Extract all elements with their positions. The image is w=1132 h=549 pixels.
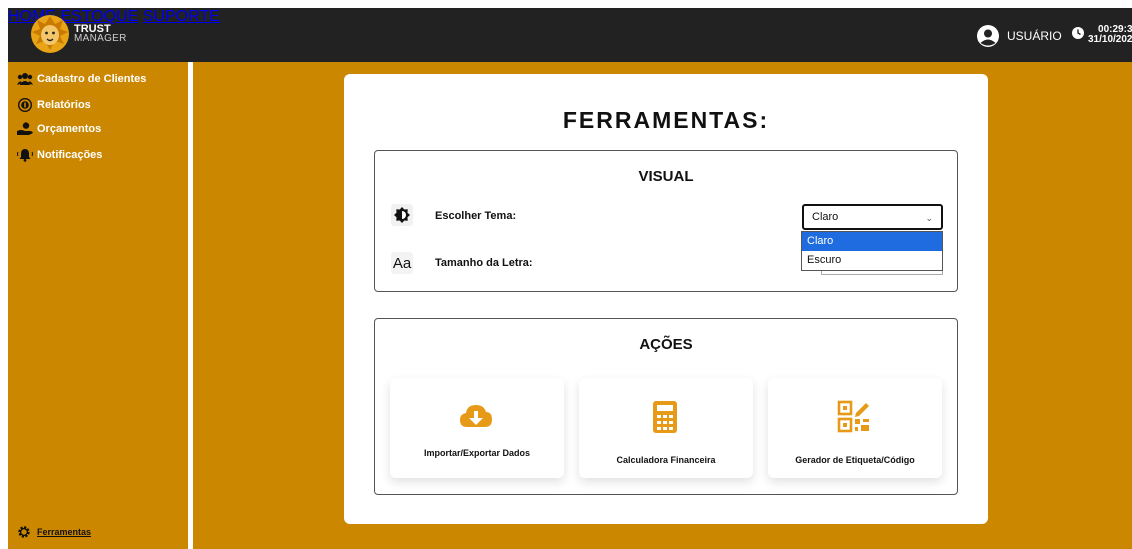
sidebar-item-relatorios[interactable]: Relatórios (17, 98, 91, 112)
app-logo[interactable]: TRUST MANAGER (28, 12, 138, 56)
theme-dropdown: Claro Escuro (801, 231, 943, 271)
visual-section: VISUAL Escolher Tema: Claro ⌄ Aa Tamanho… (374, 150, 958, 292)
logo-text-secondary: MANAGER (74, 33, 127, 44)
bell-icon (17, 149, 33, 162)
sidebar-item-label: Cadastro de Clientes (37, 73, 147, 85)
font-size-icon: Aa (391, 252, 413, 274)
calculadora-label: Calculadora Financeira (616, 455, 716, 465)
chevron-down-icon: ⌄ (925, 213, 933, 223)
theme-option-claro[interactable]: Claro (802, 232, 942, 251)
calculator-icon (653, 401, 677, 433)
acoes-section-title: AÇÕES (639, 336, 693, 353)
calculadora-card[interactable]: Calculadora Financeira (579, 378, 753, 478)
cloud-download-icon (460, 405, 492, 427)
clock-icon (1072, 27, 1084, 39)
sidebar-item-cadastro-clientes[interactable]: Cadastro de Clientes (17, 72, 146, 86)
page-title: FERRAMENTAS: (562, 107, 770, 133)
import-export-label: Importar/Exportar Dados (423, 448, 531, 458)
gear-icon (18, 526, 30, 538)
user-menu[interactable]: USUÁRIO (977, 25, 1062, 47)
sidebar-item-orcamentos[interactable]: Orçamentos (17, 122, 101, 136)
theme-option-escuro[interactable]: Escuro (802, 251, 942, 270)
budget-icon (17, 122, 33, 135)
qr-code-icon (837, 400, 869, 433)
acoes-section: AÇÕES Importar/Exportar Dados Calculador… (374, 318, 958, 495)
clock-date: 31/10/2025 (1088, 34, 1132, 45)
users-icon (17, 73, 33, 85)
sidebar-item-label: Orçamentos (37, 123, 102, 135)
brightness-icon (394, 207, 410, 223)
sidebar-item-label: Relatórios (37, 99, 91, 111)
visual-section-title: VISUAL (638, 168, 694, 185)
nav-suporte[interactable]: SUPORTE (143, 8, 220, 25)
sidebar-item-notificacoes[interactable]: Notificações (17, 148, 102, 162)
ferramentas-link[interactable]: Ferramentas (37, 527, 91, 537)
font-size-label: Tamanho da Letra: (435, 257, 533, 269)
gerador-etiqueta-card[interactable]: Gerador de Etiqueta/Código (768, 378, 942, 478)
user-avatar-icon (977, 25, 999, 47)
theme-icon (391, 204, 413, 226)
main-content: FERRAMENTAS: VISUAL Escolher Tema: Claro… (193, 62, 1132, 549)
tools-card: FERRAMENTAS: VISUAL Escolher Tema: Claro… (344, 74, 988, 524)
import-export-card[interactable]: Importar/Exportar Dados (390, 378, 564, 478)
clock: 00:29:30 31/10/2025 (1072, 25, 1132, 45)
sidebar: Cadastro de Clientes Relatórios Orçament… (8, 62, 188, 549)
sidebar-footer-ferramentas[interactable]: Ferramentas (17, 525, 91, 539)
font-size-glyph: Aa (392, 254, 412, 272)
sidebar-item-label: Notificações (37, 149, 103, 161)
gerador-etiqueta-label: Gerador de Etiqueta/Código (795, 455, 915, 465)
report-icon (18, 98, 32, 112)
top-bar: TRUST MANAGER HOME ESTOQUE SUPORTE USUÁR… (8, 8, 1132, 62)
user-label: USUÁRIO (1007, 29, 1062, 43)
theme-select-value: Claro (812, 211, 839, 223)
theme-label: Escolher Tema: (435, 210, 517, 222)
lion-logo-icon (31, 15, 69, 53)
theme-select[interactable]: Claro ⌄ (802, 204, 943, 230)
